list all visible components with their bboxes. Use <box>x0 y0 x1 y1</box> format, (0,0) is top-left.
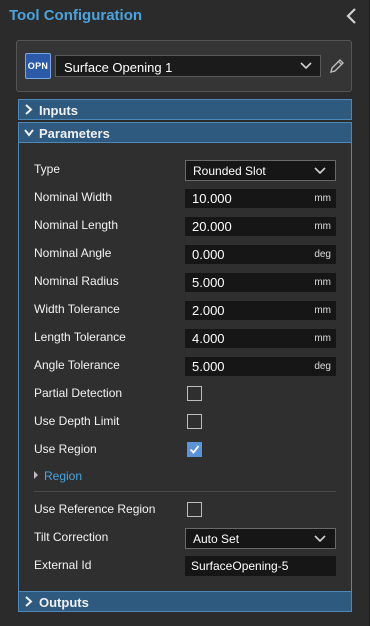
nominal-radius-value: 5.000 <box>192 275 225 290</box>
width-tolerance-input[interactable]: 2.000 mm <box>185 301 336 320</box>
nominal-length-label: Nominal Length <box>34 218 119 232</box>
section-inputs-header[interactable]: Inputs <box>18 99 352 120</box>
region-label: Region <box>44 469 83 483</box>
tool-configuration-panel: Tool Configuration OPN Surface Opening 1… <box>0 0 370 626</box>
tilt-correction-value: Auto Set <box>193 532 240 546</box>
chevron-left-icon[interactable] <box>345 6 359 26</box>
section-inputs-label: Inputs <box>39 103 78 118</box>
use-region-label: Use Region <box>34 442 97 456</box>
nominal-width-value: 10.000 <box>192 191 232 206</box>
nominal-width-unit: mm <box>314 193 331 204</box>
nominal-radius-unit: mm <box>314 277 331 288</box>
chevron-down-icon <box>314 535 326 543</box>
nominal-angle-label: Nominal Angle <box>34 246 112 260</box>
angle-tolerance-label: Angle Tolerance <box>34 358 120 372</box>
nominal-length-unit: mm <box>314 221 331 232</box>
region-expander[interactable]: Region <box>34 469 82 483</box>
length-tolerance-unit: mm <box>314 333 331 344</box>
width-tolerance-value: 2.000 <box>192 303 225 318</box>
length-tolerance-input[interactable]: 4.000 mm <box>185 329 336 348</box>
tilt-correction-label: Tilt Correction <box>34 530 109 544</box>
tool-selector-box: OPN Surface Opening 1 <box>16 40 352 92</box>
nominal-angle-input[interactable]: 0.000 deg <box>185 245 336 264</box>
partial-detection-label: Partial Detection <box>34 386 123 400</box>
chevron-right-icon <box>25 104 33 115</box>
length-tolerance-label: Length Tolerance <box>34 330 126 344</box>
section-parameters-label: Parameters <box>39 126 110 141</box>
checkmark-icon <box>189 445 200 454</box>
nominal-angle-unit: deg <box>314 249 331 260</box>
nominal-width-input[interactable]: 10.000 mm <box>185 189 336 208</box>
nominal-angle-value: 0.000 <box>192 247 225 262</box>
tool-select-value: Surface Opening 1 <box>64 60 173 75</box>
type-dropdown[interactable]: Rounded Slot <box>185 160 336 181</box>
nominal-length-input[interactable]: 20.000 mm <box>185 217 336 236</box>
panel-title: Tool Configuration <box>9 7 143 24</box>
use-depth-limit-checkbox[interactable] <box>187 414 202 429</box>
chevron-right-icon <box>25 596 33 607</box>
angle-tolerance-value: 5.000 <box>192 359 225 374</box>
type-label: Type <box>34 162 61 176</box>
use-depth-limit-label: Use Depth Limit <box>34 414 120 428</box>
pencil-icon[interactable] <box>328 57 346 75</box>
nominal-length-value: 20.000 <box>192 219 232 234</box>
external-id-label: External Id <box>34 558 92 572</box>
nominal-width-label: Nominal Width <box>34 190 113 204</box>
panel-header: Tool Configuration <box>0 0 370 34</box>
section-outputs-label: Outputs <box>39 595 89 610</box>
width-tolerance-label: Width Tolerance <box>34 302 120 316</box>
triangle-right-icon <box>34 471 38 479</box>
tool-type-badge: OPN <box>25 53 51 79</box>
section-parameters-header[interactable]: Parameters <box>18 122 352 143</box>
nominal-radius-input[interactable]: 5.000 mm <box>185 273 336 292</box>
divider <box>34 491 336 492</box>
chevron-down-icon <box>24 129 34 137</box>
width-tolerance-unit: mm <box>314 305 331 316</box>
angle-tolerance-unit: deg <box>314 361 331 372</box>
tilt-correction-dropdown[interactable]: Auto Set <box>185 528 336 549</box>
use-reference-region-label: Use Reference Region <box>34 502 156 516</box>
use-region-checkbox[interactable] <box>187 442 202 457</box>
external-id-input[interactable]: SurfaceOpening-5 <box>185 556 336 576</box>
external-id-value: SurfaceOpening-5 <box>191 559 289 573</box>
section-outputs-header[interactable]: Outputs <box>18 591 352 612</box>
use-reference-region-checkbox[interactable] <box>187 502 202 517</box>
nominal-radius-label: Nominal Radius <box>34 274 119 288</box>
type-value: Rounded Slot <box>193 164 266 178</box>
angle-tolerance-input[interactable]: 5.000 deg <box>185 357 336 376</box>
chevron-down-icon <box>300 62 312 70</box>
tool-select-dropdown[interactable]: Surface Opening 1 <box>55 55 321 77</box>
partial-detection-checkbox[interactable] <box>187 386 202 401</box>
length-tolerance-value: 4.000 <box>192 331 225 346</box>
chevron-down-icon <box>314 167 326 175</box>
